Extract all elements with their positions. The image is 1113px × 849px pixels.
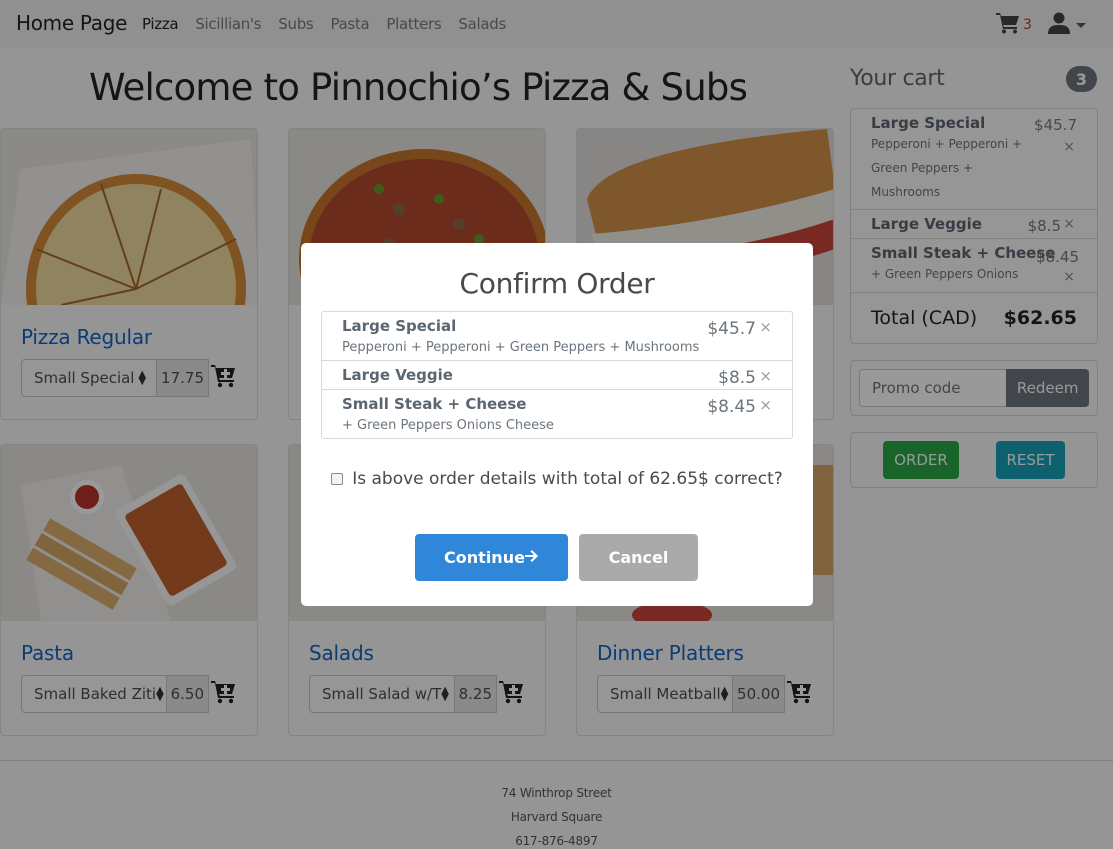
continue-label: Continue (444, 548, 525, 567)
modal-item-price: $45.7 (707, 319, 756, 339)
modal-order-list: Large Special Pepperoni + Pepperoni + Gr… (321, 311, 793, 439)
confirm-checkbox[interactable] (331, 473, 344, 485)
remove-item-icon[interactable]: × (759, 396, 772, 414)
modal-order-item: Large Veggie $8.5 × (322, 361, 792, 390)
modal-order-item: Small Steak + Cheese + Green Peppers Oni… (322, 390, 792, 438)
modal-item-name: Large Veggie (342, 366, 453, 384)
modal-title: Confirm Order (459, 267, 655, 300)
confirm-order-modal: Confirm Order Large Special Pepperoni + … (301, 243, 813, 606)
continue-button[interactable]: Continue (415, 534, 568, 581)
modal-item-price: $8.5 (718, 368, 756, 388)
confirm-row: Is above order details with total of 62.… (301, 469, 813, 489)
modal-item-price: $8.45 (707, 397, 756, 417)
remove-item-icon[interactable]: × (759, 318, 772, 336)
modal-order-item: Large Special Pepperoni + Pepperoni + Gr… (322, 312, 792, 361)
arrow-right-icon (524, 548, 539, 567)
remove-item-icon[interactable]: × (759, 367, 772, 385)
cancel-button[interactable]: Cancel (579, 534, 698, 581)
modal-item-desc: + Green Peppers Onions Cheese (342, 418, 554, 433)
confirm-label[interactable]: Is above order details with total of 62.… (352, 469, 783, 489)
modal-item-desc: Pepperoni + Pepperoni + Green Peppers + … (342, 340, 700, 355)
